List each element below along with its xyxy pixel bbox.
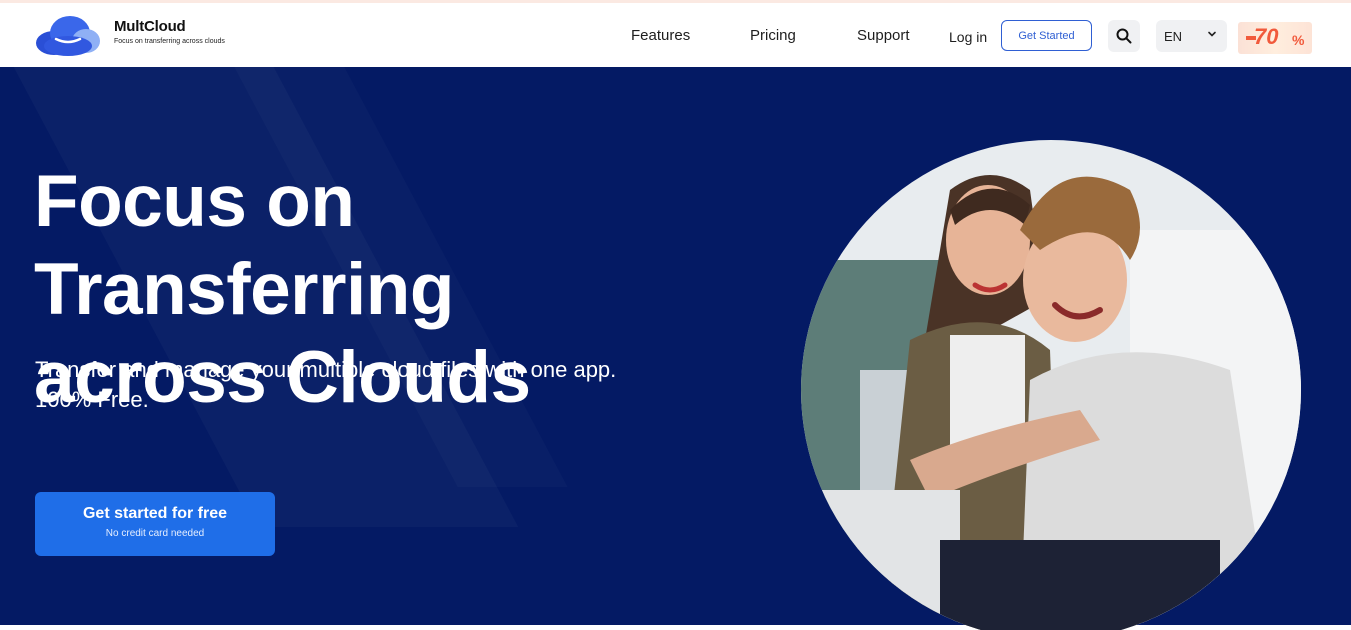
hero-subtitle-line2: 100% Free. — [35, 387, 149, 412]
hero-photo — [801, 140, 1301, 630]
hero-subtitle: Transfer and manage your multiple cloud … — [35, 355, 735, 415]
brand-tagline: Focus on transferring across clouds — [114, 38, 225, 45]
get-started-button[interactable]: Get Started — [1001, 20, 1092, 51]
chevron-down-icon — [1208, 31, 1216, 37]
language-value: EN — [1164, 28, 1183, 44]
login-link[interactable]: Log in — [949, 29, 987, 45]
nav-pricing[interactable]: Pricing — [750, 27, 796, 44]
cloud-logo-icon — [36, 16, 100, 56]
hero-title-line1: Focus on Transferring — [34, 161, 454, 330]
site-header: MultCloud Focus on transferring across c… — [0, 3, 1351, 67]
nav-support[interactable]: Support — [857, 27, 910, 44]
brand-logo[interactable]: MultCloud Focus on transferring across c… — [34, 13, 225, 57]
search-icon — [1116, 28, 1132, 44]
promo-number: 70 — [1254, 24, 1279, 49]
hero-subtitle-line1: Transfer and manage your multiple cloud … — [35, 357, 617, 382]
language-select[interactable]: EN — [1156, 20, 1227, 52]
promo-badge[interactable]: 70 % — [1238, 22, 1312, 54]
cta-sublabel: No credit card needed — [105, 528, 205, 539]
get-started-free-button[interactable]: Get started for free No credit card need… — [35, 492, 275, 556]
brand-name: MultCloud — [114, 18, 186, 35]
promo-percent: % — [1292, 32, 1305, 48]
nav-features[interactable]: Features — [631, 27, 690, 44]
cta-label: Get started for free — [82, 505, 228, 522]
search-button[interactable] — [1108, 20, 1140, 52]
